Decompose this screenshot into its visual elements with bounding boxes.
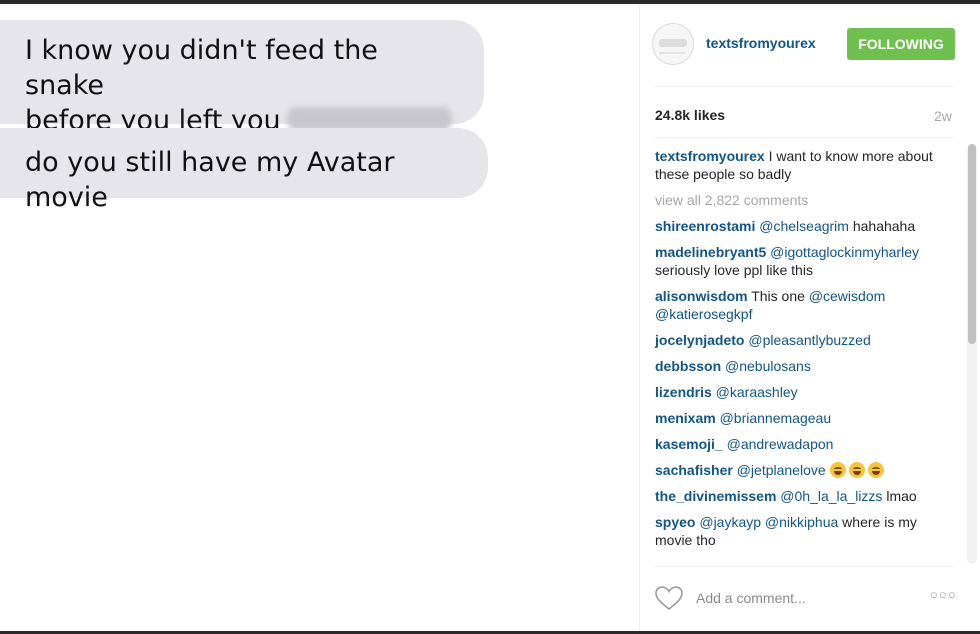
divider	[654, 137, 954, 138]
message-bubble: do you still have my Avatar movie	[0, 128, 488, 213]
comment-bar: Add a comment... ○○○	[654, 581, 964, 615]
divider	[654, 566, 954, 567]
comment-user[interactable]: the_divinemissem	[655, 488, 776, 504]
comment-item: spyeo @jaykayp @nikkiphua where is my mo…	[655, 513, 940, 549]
username-link[interactable]: textsfromyourex	[706, 35, 816, 51]
laughing-emoji-icon	[867, 462, 884, 478]
laughing-emoji-icon	[829, 462, 846, 478]
comment-mention[interactable]: @nebulosans	[721, 358, 811, 374]
view-all-comments-link[interactable]: view all 2,822 comments	[655, 191, 940, 209]
message-line: I know you didn't feed the snake	[25, 35, 378, 101]
laughing-emoji-icon	[848, 462, 865, 478]
comment-item: menixam @briannemageau	[655, 409, 940, 427]
comment-item: madelinebryant5 @igottaglockinmyharley s…	[655, 243, 940, 279]
following-button[interactable]: FOLLOWING	[847, 28, 955, 60]
comment-mention[interactable]: @karaashley	[712, 384, 798, 400]
comment-item: kasemoji_ @andrewadapon	[655, 435, 940, 453]
post-header: textsfromyourex FOLLOWING	[640, 4, 980, 86]
comment-user[interactable]: menixam	[655, 410, 716, 426]
comment-text: This one	[747, 288, 809, 304]
comment-item: the_divinemissem @0h_la_la_lizzs lmao	[655, 487, 940, 505]
comment-item: jocelynjadeto @pleasantlybuzzed	[655, 331, 940, 349]
scrollbar-thumb[interactable]	[968, 144, 976, 344]
comment-user[interactable]: kasemoji_	[655, 436, 723, 452]
comment-item: lizendris @karaashley	[655, 383, 940, 401]
comment-mention[interactable]: @jetplanelove	[733, 462, 826, 478]
message-bubble: I know you didn't feed the snake before …	[0, 20, 484, 136]
comment-item: sachafisher @jetplanelove	[655, 461, 940, 479]
comment-mention[interactable]: @pleasantlybuzzed	[744, 332, 870, 348]
comment-item: shireenrostami @chelseagrim hahahaha	[655, 217, 940, 235]
comment-text: lmao	[882, 488, 917, 504]
comment-input[interactable]: Add a comment...	[696, 590, 806, 606]
comment-user[interactable]: spyeo	[655, 514, 695, 530]
post-time[interactable]: 2w	[934, 108, 952, 124]
comment-text: seriously love ppl like this	[655, 262, 813, 278]
comment-mention[interactable]: @chelseagrim	[755, 218, 849, 234]
comment-text: hahahaha	[848, 218, 916, 234]
comments-list: textsfromyourex I want to know more abou…	[655, 147, 940, 557]
comment-mention[interactable]: @briannemageau	[716, 410, 832, 426]
comment-user[interactable]: debbsson	[655, 358, 721, 374]
comment-user[interactable]: madelinebryant5	[655, 244, 766, 260]
comment-item: alisonwisdom This one @cewisdom @katiero…	[655, 287, 940, 323]
comment-item: debbsson @nebulosans	[655, 357, 940, 375]
caption-user[interactable]: textsfromyourex	[655, 148, 765, 164]
comment-user[interactable]: alisonwisdom	[655, 288, 748, 304]
likes-count[interactable]: 24.8k likes	[655, 107, 725, 123]
comment-mention[interactable]: @jaykayp @nikkiphua	[695, 514, 838, 530]
caption: textsfromyourex I want to know more abou…	[655, 147, 940, 183]
comment-mention[interactable]: @andrewadapon	[723, 436, 834, 452]
comment-user[interactable]: jocelynjadeto	[655, 332, 744, 348]
more-options-icon[interactable]: ○○○	[930, 587, 957, 602]
heart-icon[interactable]	[654, 585, 684, 611]
post-image: I know you didn't feed the snake before …	[0, 4, 638, 631]
comment-user[interactable]: lizendris	[655, 384, 712, 400]
comment-mention[interactable]: @0h_la_la_lizzs	[776, 488, 882, 504]
comment-user[interactable]: shireenrostami	[655, 218, 755, 234]
comment-mention[interactable]: @igottaglockinmyharley	[766, 244, 919, 260]
comment-text	[826, 462, 830, 478]
comment-user[interactable]: sachafisher	[655, 462, 733, 478]
post-sidebar: textsfromyourex FOLLOWING 24.8k likes 2w…	[639, 4, 980, 631]
comments-scrollbar[interactable]	[967, 144, 977, 564]
blurred-text	[286, 106, 452, 131]
divider	[654, 86, 954, 87]
message-line: do you still have my Avatar movie	[25, 147, 395, 213]
avatar[interactable]	[652, 23, 694, 65]
